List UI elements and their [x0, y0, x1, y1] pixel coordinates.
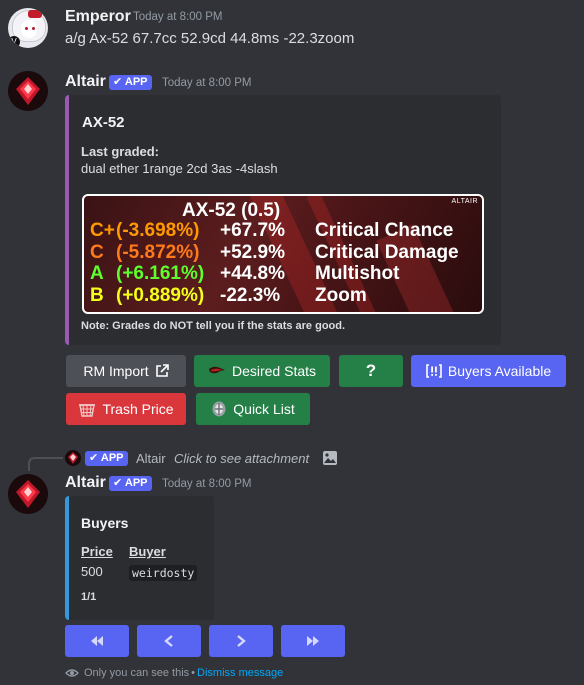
help-button[interactable]: ?	[339, 355, 403, 387]
altair-logo-icon	[8, 474, 48, 514]
stat-grade: C+	[90, 220, 115, 241]
last-graded-label: Last graded:	[81, 144, 160, 159]
bot-avatar[interactable]	[8, 71, 48, 111]
author-name[interactable]: Emperor	[65, 8, 131, 26]
reply-app-tag: ✔ APP	[85, 451, 128, 466]
app-tag: ✔ APP	[109, 476, 152, 491]
reply-author[interactable]: Altair	[136, 451, 166, 466]
image-watermark: ALTAIR	[451, 198, 478, 205]
ephemeral-notice: Only you can see this • Dismiss message	[65, 666, 283, 680]
buyer-column-header: Buyer	[129, 544, 166, 559]
relic-icon	[212, 401, 226, 417]
ephemeral-separator: •	[191, 667, 196, 679]
prev-page-icon	[164, 635, 173, 647]
stat-grade: A	[90, 263, 104, 284]
stat-delta: (+0.889%)	[116, 285, 205, 306]
message-timestamp: Today at 8:00 PM	[133, 11, 223, 23]
desired-stats-button[interactable]: Desired Stats	[194, 355, 330, 387]
stat-name: Critical Damage	[315, 242, 459, 263]
verified-check-icon: ✔	[113, 76, 123, 88]
stat-value: -22.3%	[220, 285, 281, 306]
stat-name: Zoom	[315, 285, 367, 306]
stat-value: +67.7%	[220, 220, 285, 241]
next-page-icon	[237, 635, 246, 647]
app-tag: ✔ APP	[109, 75, 152, 90]
trash-basket-icon	[79, 404, 96, 417]
embed-title: Buyers	[81, 515, 129, 531]
image-attachment-icon	[323, 451, 337, 465]
user-avatar[interactable]: V	[8, 8, 48, 48]
next-page-button[interactable]	[209, 625, 273, 657]
stats-image[interactable]: ALTAIR AX-52 (0.5) C+ (-3.698%) +67.7% C…	[82, 194, 484, 314]
last-graded-value: dual ether 1range 2cd 3as -4slash	[81, 161, 278, 176]
stat-name: Multishot	[315, 263, 400, 284]
rm-import-button[interactable]: RM Import	[66, 355, 186, 387]
reply-preview-text[interactable]: Click to see attachment	[174, 451, 309, 466]
message-text: a/g Ax-52 67.7cc 52.9cd 44.8ms -22.3zoom	[65, 30, 355, 47]
kuva-icon	[208, 366, 225, 374]
message-timestamp: Today at 8:00 PM	[162, 77, 252, 89]
stat-value: +44.8%	[220, 263, 285, 284]
prev-page-button[interactable]	[137, 625, 201, 657]
price-column-header: Price	[81, 544, 113, 559]
dismiss-message-link[interactable]: Dismiss message	[197, 667, 283, 679]
embed-title: AX-52	[82, 114, 125, 131]
stat-grade: C	[90, 242, 104, 263]
reply-avatar-icon[interactable]	[65, 450, 81, 466]
altair-logo-icon	[8, 71, 48, 111]
first-page-button[interactable]	[65, 625, 129, 657]
eye-icon	[65, 669, 79, 677]
verified-check-icon: ✔	[113, 477, 123, 489]
trash-price-button[interactable]: Trash Price	[66, 393, 186, 425]
price-value: 500	[81, 564, 103, 579]
stat-delta: (+6.161%)	[116, 263, 205, 284]
quick-list-button[interactable]: Quick List	[196, 393, 310, 425]
verified-check-icon: ✔	[89, 452, 99, 464]
stat-delta: (-5.872%)	[116, 242, 200, 263]
last-page-icon	[307, 636, 319, 646]
embed-footer-note: Note: Grades do NOT tell you if the stat…	[81, 320, 346, 332]
buyers-available-button[interactable]: Buyers Available	[411, 355, 566, 387]
author-name[interactable]: Altair	[65, 474, 106, 492]
bot-avatar[interactable]	[8, 474, 48, 514]
message-timestamp: Today at 8:00 PM	[162, 478, 252, 490]
first-page-icon	[91, 636, 103, 646]
page-indicator: 1/1	[81, 591, 97, 603]
buyer-name[interactable]: weirdosty	[129, 564, 198, 582]
ephemeral-text: Only you can see this	[84, 667, 190, 679]
external-link-icon	[155, 364, 169, 377]
last-page-button[interactable]	[281, 625, 345, 657]
stat-value: +52.9%	[220, 242, 285, 263]
author-name[interactable]: Altair	[65, 73, 106, 91]
reply-connector	[28, 457, 63, 471]
stat-name: Critical Chance	[315, 220, 454, 241]
stat-delta: (-3.698%)	[116, 220, 200, 241]
image-heading: AX-52 (0.5)	[182, 200, 281, 221]
status-badge: V	[8, 36, 20, 48]
alert-brackets-icon	[426, 364, 442, 378]
stat-grade: B	[90, 285, 104, 306]
